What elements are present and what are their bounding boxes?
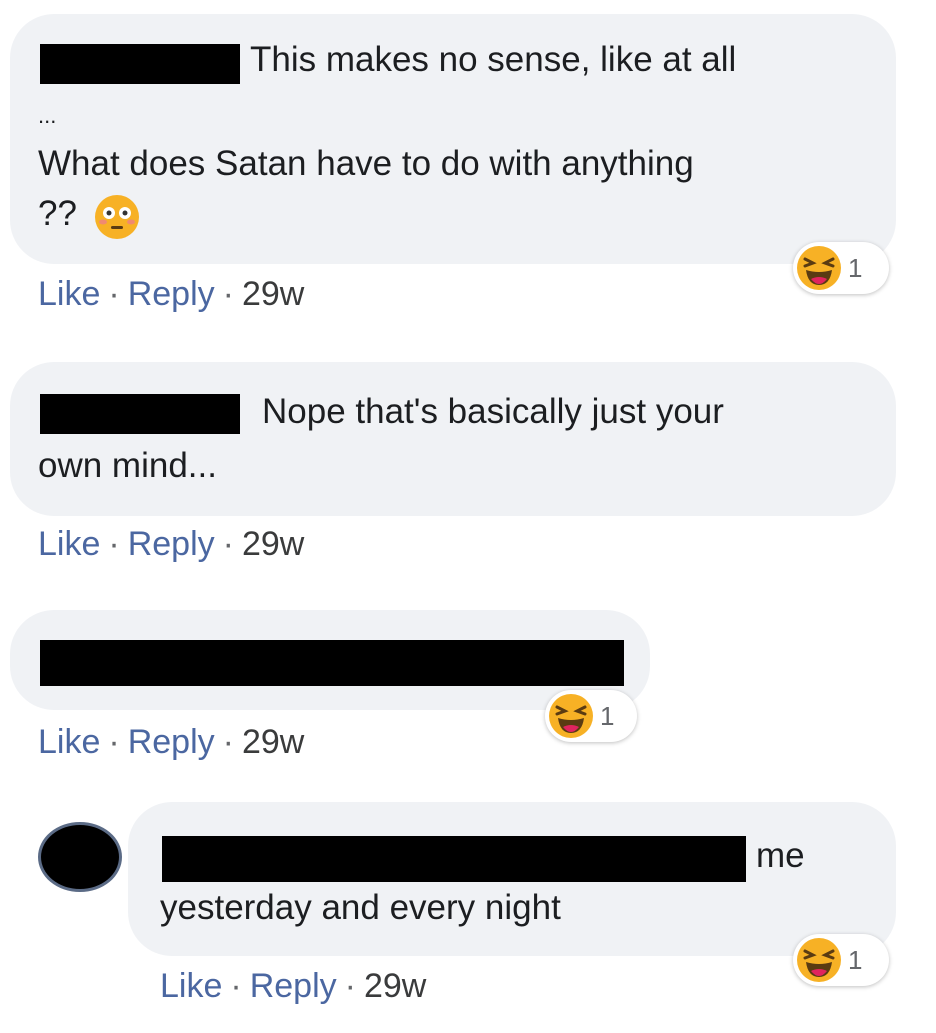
separator-dot: ·	[108, 525, 120, 563]
timestamp[interactable]: 29w	[242, 525, 304, 563]
comment-actions: Like · Reply · 29w	[38, 524, 304, 564]
comment-text-line: own mind...	[38, 446, 217, 485]
comment-text-line: Nope that's basically just your	[262, 392, 724, 431]
comment-bubble-2	[10, 362, 896, 516]
haha-emoji-icon	[797, 246, 841, 290]
redacted-author-name	[40, 394, 240, 434]
haha-emoji-icon	[549, 694, 593, 738]
timestamp[interactable]: 29w	[364, 967, 426, 1005]
comment-actions: Like · Reply · 29w	[160, 966, 426, 1006]
separator-dot: ·	[108, 275, 120, 313]
haha-emoji-icon	[797, 938, 841, 982]
like-button[interactable]: Like	[160, 967, 222, 1005]
redacted-author-name	[40, 44, 240, 84]
comment-text-line: What does Satan have to do with anything	[38, 144, 694, 183]
separator-dot: ·	[108, 723, 120, 761]
like-button[interactable]: Like	[38, 723, 100, 761]
separator-dot: ·	[222, 275, 234, 313]
reaction-badge[interactable]: 1	[793, 934, 889, 986]
comment-text-line: This makes no sense, like at all	[250, 40, 737, 79]
reply-button[interactable]: Reply	[128, 525, 215, 563]
reply-button[interactable]: Reply	[128, 275, 215, 313]
comment-text-line: ...	[38, 103, 57, 128]
comment-text-line: ??	[38, 194, 77, 233]
redacted-author-name	[162, 836, 746, 882]
redacted-comment-text	[40, 640, 624, 686]
reaction-count: 1	[848, 252, 863, 283]
comment-actions: Like · Reply · 29w	[38, 274, 304, 314]
flushed-face-emoji-icon	[95, 195, 139, 239]
reaction-badge[interactable]: 1	[545, 690, 637, 742]
reaction-count: 1	[600, 700, 615, 731]
separator-dot: ·	[344, 967, 356, 1005]
like-button[interactable]: Like	[38, 525, 100, 563]
reply-button[interactable]: Reply	[128, 723, 215, 761]
separator-dot: ·	[222, 723, 234, 761]
reply-button[interactable]: Reply	[250, 967, 337, 1005]
reaction-count: 1	[848, 944, 863, 975]
separator-dot: ·	[222, 525, 234, 563]
comment-text-line: yesterday and every night	[160, 888, 561, 927]
avatar[interactable]	[38, 822, 122, 892]
timestamp[interactable]: 29w	[242, 723, 304, 761]
comment-text-line: me	[756, 836, 805, 875]
reaction-badge[interactable]: 1	[793, 242, 889, 294]
like-button[interactable]: Like	[38, 275, 100, 313]
comment-actions: Like · Reply · 29w	[38, 722, 304, 762]
timestamp[interactable]: 29w	[242, 275, 304, 313]
separator-dot: ·	[230, 967, 242, 1005]
